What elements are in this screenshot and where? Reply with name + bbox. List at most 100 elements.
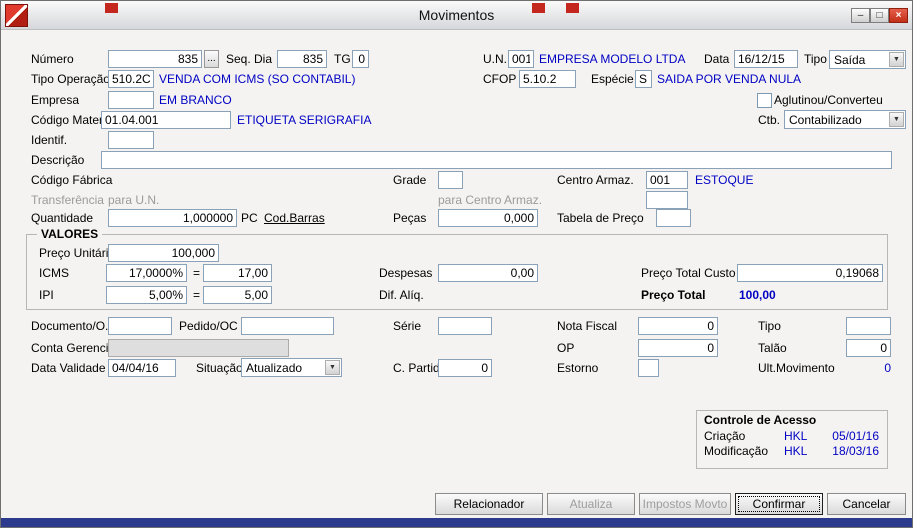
centro-armaz-input[interactable] [646, 171, 688, 189]
identif-label: Identif. [31, 133, 68, 147]
ctb-select-value: Contabilizado [789, 113, 862, 127]
codigo-material-display: ETIQUETA SERIGRAFIA [237, 113, 372, 127]
serie-input[interactable] [438, 317, 492, 335]
pecas-input[interactable] [438, 209, 538, 227]
op-input[interactable] [638, 339, 718, 357]
impostos-movto-button: Impostos Movto [639, 493, 731, 515]
close-button[interactable]: × [889, 8, 908, 23]
data-input[interactable] [734, 50, 798, 68]
op-label: OP [557, 341, 575, 355]
relacionador-button[interactable]: Relacionador [435, 493, 543, 515]
transferencia-label: Transferência [31, 193, 104, 207]
tipo-select[interactable]: Saída ▼ [829, 50, 906, 69]
chevron-down-icon[interactable]: ▼ [889, 52, 904, 67]
cod-barras-link[interactable]: Cod.Barras [264, 211, 325, 225]
situacao-select[interactable]: Atualizado ▼ [241, 358, 342, 377]
criacao-label: Criação [704, 429, 746, 443]
un-label: U.N. [483, 52, 507, 66]
numero-browse-button[interactable]: ... [204, 50, 219, 68]
modificacao-label: Modificação [704, 444, 769, 458]
tipo-nf-label: Tipo [758, 319, 781, 333]
nota-fiscal-input[interactable] [638, 317, 718, 335]
data-validade-label: Data Validade [31, 361, 106, 375]
situacao-label: Situação [196, 361, 243, 375]
tg-input[interactable] [352, 50, 369, 68]
tipo-operacao-display: VENDA COM ICMS (SO CONTABIL) [159, 72, 356, 86]
ipi-pct-input[interactable] [106, 286, 187, 304]
conta-gerencial-label: Conta Gerencial [31, 341, 118, 355]
atualiza-button: Atualiza [547, 493, 635, 515]
serie-label: Série [393, 319, 422, 333]
talao-input[interactable] [846, 339, 891, 357]
tipo-operacao-input[interactable] [108, 70, 154, 88]
confirmar-button[interactable]: Confirmar [735, 493, 823, 515]
grade-label: Grade [393, 173, 427, 187]
centro-armaz-destino-input[interactable] [646, 191, 688, 209]
transferencia-para-centro-label: para Centro Armaz. [438, 193, 543, 207]
conta-gerencial-input [108, 339, 289, 357]
tipo-nf-input[interactable] [846, 317, 891, 335]
centro-armaz-label: Centro Armaz. [557, 173, 634, 187]
preco-total-label: Preço Total [641, 288, 706, 302]
data-validade-input[interactable] [108, 359, 176, 377]
cfop-label: CFOP [483, 72, 517, 86]
dif-aliq-label: Dif. Alíq. [379, 288, 424, 302]
transferencia-para-un-label: para U.N. [108, 193, 160, 207]
descricao-input[interactable] [101, 151, 892, 169]
nota-fiscal-label: Nota Fiscal [557, 319, 618, 333]
identif-input[interactable] [108, 131, 154, 149]
numero-input[interactable] [108, 50, 202, 68]
preco-total-value: 100,00 [739, 288, 776, 302]
ipi-label: IPI [39, 288, 54, 302]
c-partida-input[interactable] [438, 359, 492, 377]
estorno-label: Estorno [557, 361, 599, 375]
ipi-valor-input[interactable] [203, 286, 272, 304]
controle-acesso-title: Controle de Acesso [704, 413, 817, 427]
quantidade-unit-label: PC [241, 211, 258, 225]
documento-os-label: Documento/O.S [31, 319, 117, 333]
despesas-input[interactable] [438, 264, 538, 282]
estorno-input[interactable] [638, 359, 659, 377]
criacao-date: 05/01/16 [832, 429, 879, 443]
empresa-display: EM BRANCO [159, 93, 232, 107]
seq-dia-label: Seq. Dia [226, 52, 273, 66]
ctb-label: Ctb. [758, 113, 781, 127]
preco-total-custo-input[interactable] [737, 264, 883, 282]
seq-dia-input[interactable] [277, 50, 327, 68]
tipo-operacao-label: Tipo Operação [31, 72, 110, 86]
preco-unitario-input[interactable] [108, 244, 219, 262]
maximize-button[interactable]: □ [870, 8, 889, 23]
icms-valor-input[interactable] [203, 264, 272, 282]
empresa-label: Empresa [31, 93, 80, 107]
tabela-preco-label: Tabela de Preço [557, 211, 644, 225]
chevron-down-icon[interactable]: ▼ [325, 360, 340, 375]
un-input[interactable] [508, 50, 534, 68]
documento-os-input[interactable] [108, 317, 172, 335]
aglutinou-label: Aglutinou/Converteu [774, 93, 883, 107]
pecas-label: Peças [393, 211, 427, 225]
quantidade-input[interactable] [108, 209, 237, 227]
icms-equals-label: = [193, 266, 201, 280]
data-label: Data [704, 52, 730, 66]
icms-pct-input[interactable] [106, 264, 187, 282]
pedido-oc-input[interactable] [241, 317, 334, 335]
especie-input[interactable] [635, 70, 652, 88]
quantidade-label: Quantidade [31, 211, 94, 225]
situacao-select-value: Atualizado [246, 361, 303, 375]
tabela-preco-input[interactable] [656, 209, 691, 227]
window-title: Movimentos [418, 7, 495, 23]
grade-input[interactable] [438, 171, 463, 189]
numero-label: Número [31, 52, 74, 66]
codigo-material-input[interactable] [101, 111, 231, 129]
talao-label: Talão [758, 341, 787, 355]
ctb-select[interactable]: Contabilizado ▼ [784, 110, 906, 129]
empresa-input[interactable] [108, 91, 154, 109]
codigo-fabrica-label: Código Fábrica [31, 173, 113, 187]
preco-total-custo-label: Preço Total Custo [641, 266, 736, 280]
minimize-button[interactable]: – [851, 8, 870, 23]
modificacao-date: 18/03/16 [832, 444, 879, 458]
cfop-input[interactable] [519, 70, 576, 88]
aglutinou-checkbox[interactable] [757, 93, 772, 108]
cancelar-button[interactable]: Cancelar [827, 493, 906, 515]
chevron-down-icon[interactable]: ▼ [889, 112, 904, 127]
